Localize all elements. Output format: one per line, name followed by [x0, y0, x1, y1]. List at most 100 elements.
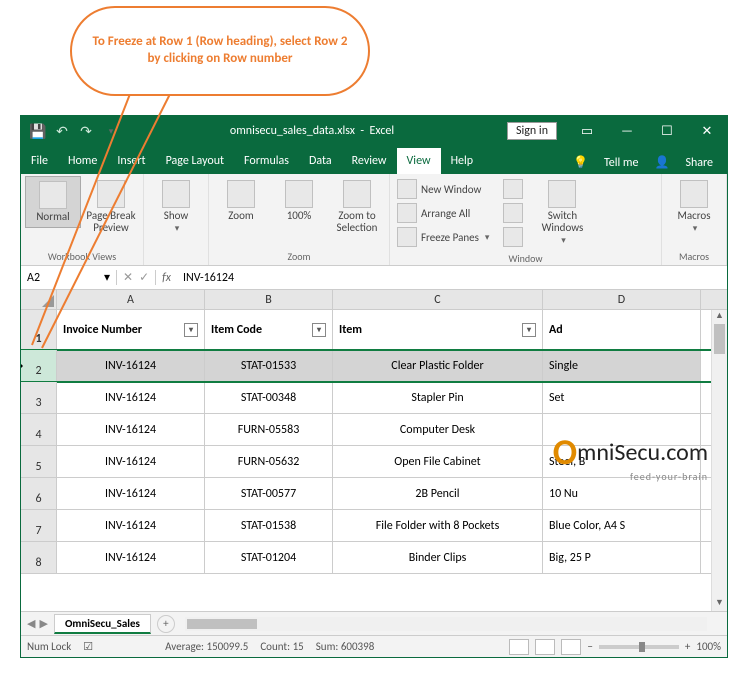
cell[interactable]: Open File Cabinet [333, 446, 543, 477]
cell[interactable]: FURN-05583 [205, 414, 333, 445]
cell[interactable]: Computer Desk [333, 414, 543, 445]
minimize-button[interactable]: — [607, 116, 647, 146]
pagebreak-view-icon[interactable] [561, 639, 581, 655]
row-header[interactable]: 2 [21, 350, 57, 381]
cell[interactable]: Steel, B [543, 446, 701, 477]
row-header[interactable]: 4 [21, 414, 57, 445]
enter-formula-icon[interactable]: ✓ [139, 270, 149, 285]
row-header[interactable]: 5 [21, 446, 57, 477]
unhide-button[interactable] [500, 225, 526, 249]
hscroll-thumb[interactable] [187, 619, 257, 629]
scroll-down-icon[interactable]: ▼ [712, 597, 727, 611]
cell[interactable]: INV-16124 [57, 446, 205, 477]
share-button[interactable]: Share [679, 152, 719, 174]
hide-button[interactable] [500, 201, 526, 225]
sheet-prev-icon[interactable]: ◀ [27, 617, 35, 630]
tellme-icon[interactable]: 💡 [567, 151, 594, 174]
show-dropdown-button[interactable]: Show [148, 176, 204, 238]
header-cell[interactable]: Item▾ [333, 310, 543, 349]
close-button[interactable]: ✕ [687, 116, 727, 146]
scroll-thumb[interactable] [714, 324, 725, 354]
accessibility-icon[interactable]: ☑ [83, 640, 93, 653]
tab-file[interactable]: File [21, 148, 58, 174]
tab-insert[interactable]: Insert [107, 148, 155, 174]
arrange-all-button[interactable]: Arrange All [394, 201, 492, 225]
cancel-formula-icon[interactable]: ✕ [123, 270, 133, 285]
undo-icon[interactable]: ↶ [51, 120, 73, 142]
row-header[interactable]: 8 [21, 542, 57, 573]
row-header[interactable]: 6 [21, 478, 57, 509]
pagebreak-preview-button[interactable]: Page Break Preview [83, 176, 139, 238]
zoom-selection-button[interactable]: Zoom to Selection [329, 176, 385, 238]
maximize-button[interactable]: ☐ [647, 116, 687, 146]
tab-review[interactable]: Review [342, 148, 397, 174]
filter-icon[interactable]: ▾ [312, 323, 326, 337]
add-sheet-button[interactable]: + [157, 615, 175, 633]
cell[interactable]: STAT-01533 [205, 350, 333, 381]
tab-home[interactable]: Home [58, 148, 107, 174]
normal-view-button[interactable]: Normal [25, 176, 81, 228]
row-header[interactable]: 3 [21, 382, 57, 413]
filter-icon[interactable]: ▾ [522, 323, 536, 337]
filter-icon[interactable]: ▾ [184, 323, 198, 337]
qat-dropdown-icon[interactable] [99, 120, 121, 142]
redo-icon[interactable]: ↷ [75, 120, 97, 142]
sheet-tab[interactable]: OmniSecu_Sales [54, 614, 151, 634]
macros-button[interactable]: Macros [666, 176, 722, 238]
col-header-b[interactable]: B [205, 290, 333, 309]
save-icon[interactable]: 💾 [27, 120, 49, 142]
col-header-c[interactable]: C [333, 290, 543, 309]
horizontal-scrollbar[interactable] [185, 617, 707, 631]
zoom-level[interactable]: 100% [696, 640, 721, 653]
tab-formulas[interactable]: Formulas [234, 148, 299, 174]
tab-data[interactable]: Data [299, 148, 342, 174]
fx-icon[interactable]: fx [156, 271, 177, 285]
normal-view-icon[interactable] [509, 639, 529, 655]
cell[interactable]: Binder Clips [333, 542, 543, 573]
vertical-scrollbar[interactable]: ▲ ▼ [711, 310, 727, 611]
zoom-out-button[interactable]: − [587, 640, 592, 653]
tellme-button[interactable]: Tell me [598, 152, 645, 174]
cell[interactable]: Big, 25 P [543, 542, 701, 573]
cell[interactable]: Clear Plastic Folder [333, 350, 543, 381]
cell[interactable]: Set [543, 382, 701, 413]
cell[interactable]: INV-16124 [57, 542, 205, 573]
tab-help[interactable]: Help [441, 148, 484, 174]
col-header-d[interactable]: D [543, 290, 701, 309]
page-layout-view-icon[interactable] [535, 639, 555, 655]
cell[interactable]: INV-16124 [57, 414, 205, 445]
cell[interactable]: 2B Pencil [333, 478, 543, 509]
zoom-100-button[interactable]: 100% [271, 176, 327, 226]
header-cell[interactable]: Ad [543, 310, 701, 349]
cell[interactable]: Blue Color, A4 S [543, 510, 701, 541]
cell[interactable]: STAT-01538 [205, 510, 333, 541]
tab-view[interactable]: View [397, 148, 441, 174]
zoom-slider[interactable] [599, 645, 679, 649]
signin-button[interactable]: Sign in [507, 122, 557, 140]
tab-page-layout[interactable]: Page Layout [156, 148, 234, 174]
row-header[interactable]: 7 [21, 510, 57, 541]
cell[interactable]: File Folder with 8 Pockets [333, 510, 543, 541]
share-icon[interactable]: 👤 [648, 151, 675, 174]
cell[interactable]: 10 Nu [543, 478, 701, 509]
switch-windows-button[interactable]: Switch Windows [534, 176, 590, 250]
select-all-corner[interactable] [21, 290, 57, 309]
cell[interactable]: FURN-05632 [205, 446, 333, 477]
cell[interactable]: INV-16124 [57, 510, 205, 541]
zoom-button[interactable]: Zoom [213, 176, 269, 226]
cell[interactable]: STAT-01204 [205, 542, 333, 573]
cell[interactable]: INV-16124 [57, 478, 205, 509]
cell[interactable]: STAT-00348 [205, 382, 333, 413]
header-cell[interactable]: Invoice Number▾ [57, 310, 205, 349]
formula-input[interactable]: INV-16124 [177, 271, 727, 285]
cell[interactable]: INV-16124 [57, 350, 205, 381]
cell[interactable]: INV-16124 [57, 382, 205, 413]
cell[interactable]: STAT-00577 [205, 478, 333, 509]
scroll-up-icon[interactable]: ▲ [712, 310, 727, 324]
cell[interactable] [543, 414, 701, 445]
sheet-next-icon[interactable]: ▶ [39, 617, 47, 630]
row-header-1[interactable]: 1 [21, 310, 57, 349]
col-header-a[interactable]: A [57, 290, 205, 309]
new-window-button[interactable]: New Window [394, 177, 492, 201]
header-cell[interactable]: Item Code▾ [205, 310, 333, 349]
